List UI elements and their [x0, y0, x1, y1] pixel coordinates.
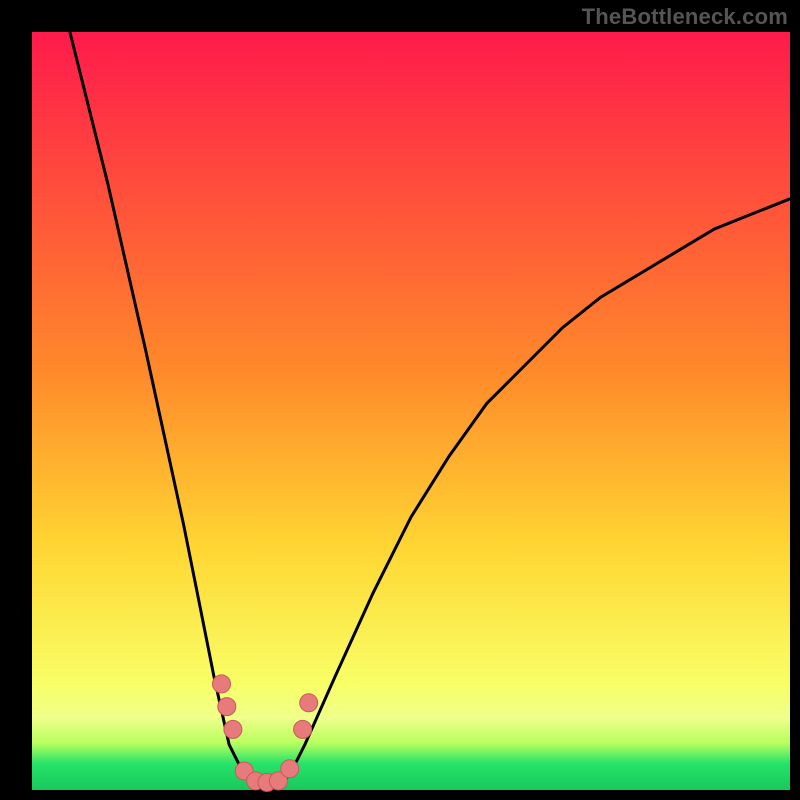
marker-dot — [300, 694, 318, 712]
bottleneck-chart — [0, 0, 800, 800]
plot-background — [32, 32, 790, 790]
marker-dot — [218, 698, 236, 716]
chart-stage: { "watermark": "TheBottleneck.com", "col… — [0, 0, 800, 800]
marker-dot — [213, 675, 231, 693]
marker-dot — [294, 720, 312, 738]
marker-dot — [224, 720, 242, 738]
watermark-text: TheBottleneck.com — [582, 4, 788, 30]
marker-dot — [281, 760, 299, 778]
